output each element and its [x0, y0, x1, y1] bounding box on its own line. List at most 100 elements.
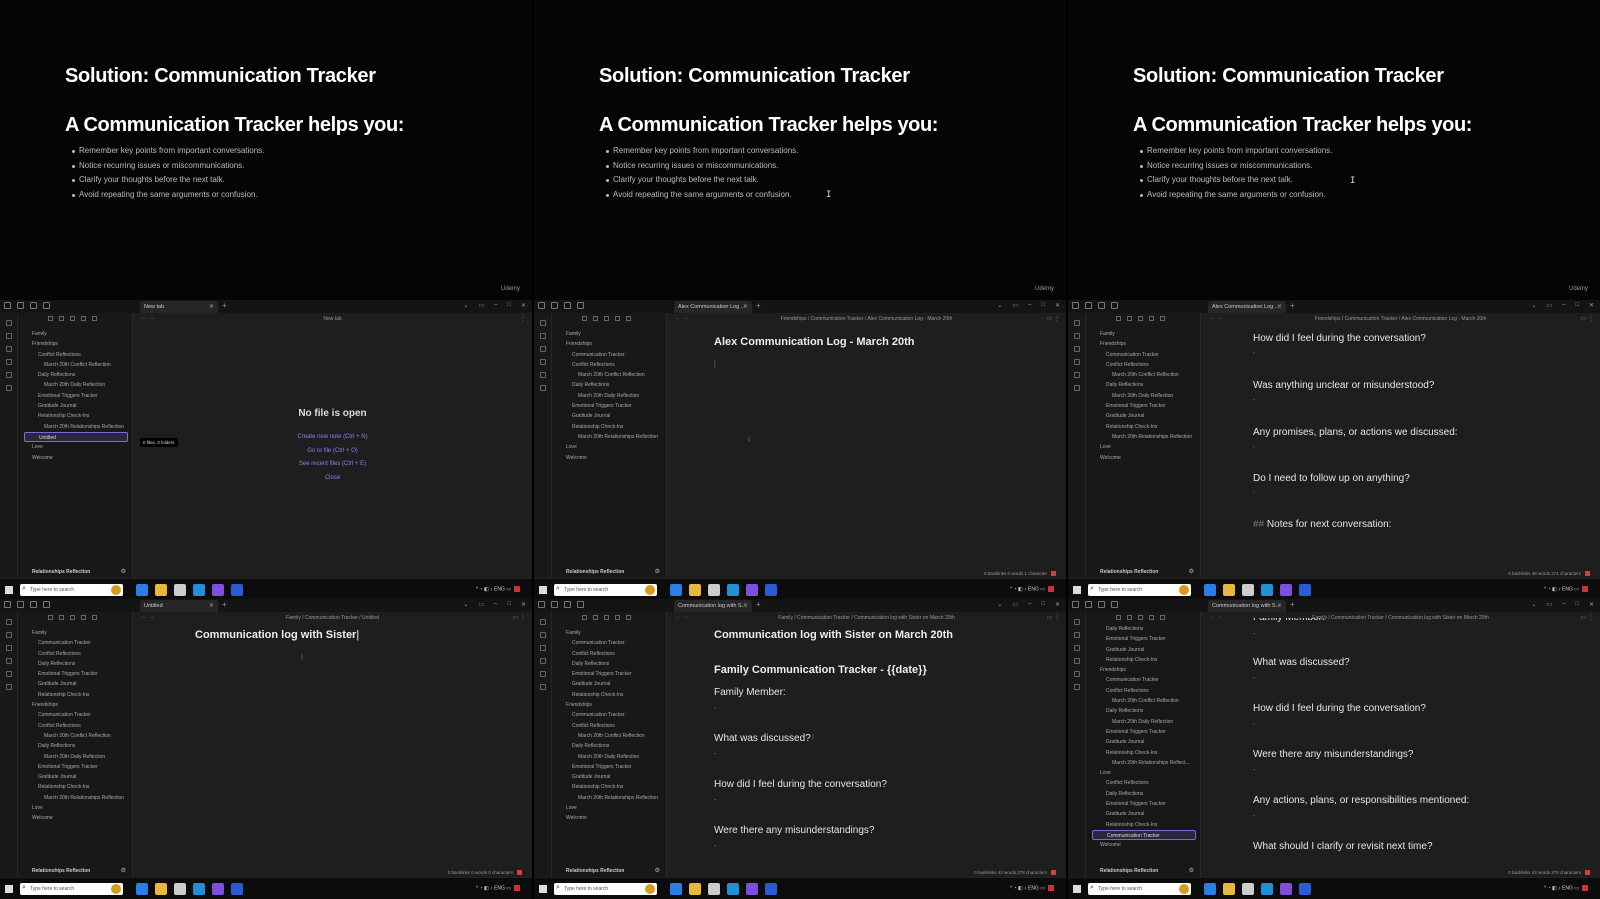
- ribbon-icon[interactable]: [1073, 645, 1080, 651]
- bookmark-icon[interactable]: [577, 601, 584, 608]
- answer-bullet[interactable]: -: [1253, 675, 1255, 682]
- sidebar-toggle-icon[interactable]: [538, 302, 545, 309]
- go-to-file-link[interactable]: Go to file (Ctrl + O): [133, 445, 532, 459]
- sort-icon[interactable]: [1138, 316, 1143, 321]
- ribbon-icon[interactable]: [1073, 359, 1080, 365]
- system-tray[interactable]: ^ ◔ ◧ ♪ ENG ▭: [476, 586, 520, 592]
- file-item[interactable]: Emotional Triggers Tracker: [558, 762, 666, 772]
- collapse-icon[interactable]: [1149, 615, 1154, 620]
- file-item[interactable]: March 20th Daily Reflection: [1092, 391, 1200, 401]
- more-options-icon[interactable]: ⋮: [520, 315, 526, 322]
- editor-pane[interactable]: ← → Friendships / Communication Tracker …: [1201, 313, 1600, 578]
- folder-item[interactable]: Love: [558, 803, 666, 813]
- ribbon-icon[interactable]: [539, 619, 546, 625]
- ribbon-icon[interactable]: [5, 684, 12, 690]
- more-options-icon[interactable]: ▭ ⋮: [1047, 315, 1060, 322]
- ribbon-icon[interactable]: [1073, 385, 1080, 391]
- file-item[interactable]: March 20th Conflict Reflection: [24, 731, 132, 741]
- answer-bullet[interactable]: -: [1253, 813, 1255, 820]
- search-icon[interactable]: [1098, 302, 1105, 309]
- more-options-icon[interactable]: ▭ ⋮: [513, 614, 526, 621]
- ribbon-icon[interactable]: [5, 658, 12, 664]
- folder-icon[interactable]: [551, 601, 558, 608]
- ribbon-icon[interactable]: [5, 671, 12, 677]
- bookmark-icon[interactable]: [577, 302, 584, 309]
- file-item[interactable]: Emotional Triggers Tracker: [558, 669, 666, 679]
- file-item[interactable]: Gratitude Journal: [1092, 645, 1200, 655]
- question-heading[interactable]: How did I feel during the conversation?: [1253, 333, 1426, 344]
- file-item[interactable]: March 20th Relationships Reflection: [24, 793, 132, 803]
- taskbar-search[interactable]: ⌕ Type here to search: [20, 584, 123, 596]
- tab-alex-log[interactable]: Alex Communication Log ... ✕: [1208, 301, 1286, 313]
- file-item[interactable]: Emotional Triggers Tracker: [1092, 401, 1200, 411]
- file-item[interactable]: Gratitude Journal: [1092, 411, 1200, 421]
- search-icon[interactable]: [564, 601, 571, 608]
- ribbon-icon[interactable]: [539, 645, 546, 651]
- new-folder-icon[interactable]: [593, 316, 598, 321]
- layout-icon[interactable]: ▭: [1546, 302, 1552, 309]
- system-tray[interactable]: ^ ◔ ◧ ♪ ENG ▭: [1544, 885, 1588, 891]
- file-explorer-icon[interactable]: [689, 883, 701, 895]
- collapse-icon[interactable]: [615, 316, 620, 321]
- question-heading[interactable]: Do I need to follow up on anything?: [1253, 473, 1410, 484]
- new-note-icon[interactable]: [582, 615, 587, 620]
- ribbon-icon[interactable]: [539, 671, 546, 677]
- question-heading[interactable]: Was anything unclear or misunderstood?: [1253, 380, 1434, 391]
- question-heading[interactable]: What was discussed?: [714, 733, 811, 744]
- word-icon[interactable]: [1299, 883, 1311, 895]
- file-item[interactable]: Gratitude Journal: [1092, 737, 1200, 747]
- windows-start-icon[interactable]: [5, 586, 13, 594]
- mail-icon[interactable]: [1261, 584, 1273, 596]
- answer-bullet[interactable]: -: [1253, 350, 1255, 357]
- ribbon-icon[interactable]: [1073, 372, 1080, 378]
- folder-item[interactable]: Communication Tracker: [1092, 350, 1200, 360]
- question-heading[interactable]: What should I clarify or revisit next ti…: [1253, 841, 1433, 852]
- answer-bullet[interactable]: -: [714, 751, 716, 758]
- file-item[interactable]: Gratitude Journal: [24, 772, 132, 782]
- close-icon[interactable]: [1160, 615, 1165, 620]
- ribbon-icon[interactable]: [539, 385, 546, 391]
- file-item[interactable]: Welcome: [558, 813, 666, 823]
- sidebar-toggle-icon[interactable]: [1072, 601, 1079, 608]
- folder-item[interactable]: Daily Reflections: [1092, 789, 1200, 799]
- close-icon[interactable]: ✕: [209, 303, 214, 310]
- file-explorer-icon[interactable]: [689, 584, 701, 596]
- sort-icon[interactable]: [604, 316, 609, 321]
- layout-icon[interactable]: ▭: [478, 601, 484, 608]
- file-item[interactable]: Welcome: [1092, 840, 1200, 850]
- new-folder-icon[interactable]: [59, 316, 64, 321]
- vault-switcher[interactable]: Relationships Reflection ⚙: [1086, 865, 1200, 877]
- system-tray[interactable]: ^ ◔ ◧ ♪ ENG ▭: [1544, 586, 1588, 592]
- file-item[interactable]: Welcome: [24, 813, 132, 823]
- file-item[interactable]: Emotional Triggers Tracker: [24, 762, 132, 772]
- folder-item[interactable]: Friendships: [558, 700, 666, 710]
- ribbon-icon[interactable]: [539, 333, 546, 339]
- close-icon[interactable]: ✕: [521, 302, 526, 309]
- file-item[interactable]: Welcome: [24, 453, 132, 463]
- folder-item[interactable]: Daily Reflections: [558, 741, 666, 751]
- vault-switcher[interactable]: Relationships Reflection ⚙: [552, 865, 666, 877]
- tab-untitled[interactable]: Untitled ✕: [140, 600, 218, 612]
- folder-item[interactable]: Relationship Check-Ins: [24, 690, 132, 700]
- folder-item[interactable]: Conflict Reflections: [24, 721, 132, 731]
- close-icon[interactable]: [92, 615, 97, 620]
- answer-bullet[interactable]: -: [1253, 767, 1255, 774]
- file-item[interactable]: March 20th Relationships Reflection: [558, 432, 666, 442]
- folder-item[interactable]: Friendships: [1092, 339, 1200, 349]
- maximize-icon[interactable]: □: [1575, 302, 1579, 309]
- obsidian-icon[interactable]: [746, 883, 758, 895]
- file-item[interactable]: March 20th Relationships Reflection: [24, 422, 132, 432]
- obsidian-icon[interactable]: [1280, 584, 1292, 596]
- search-icon[interactable]: [30, 601, 37, 608]
- file-item[interactable]: March 20th Conflict Reflection: [24, 360, 132, 370]
- word-icon[interactable]: [231, 584, 243, 596]
- close-icon[interactable]: ✕: [521, 601, 526, 608]
- file-item[interactable]: March 20th Conflict Reflection: [558, 370, 666, 380]
- notification-icon[interactable]: [1048, 885, 1054, 891]
- gear-icon[interactable]: ⚙: [655, 568, 660, 575]
- maximize-icon[interactable]: □: [507, 302, 511, 309]
- maximize-icon[interactable]: □: [1041, 302, 1045, 309]
- folder-icon[interactable]: [1085, 601, 1092, 608]
- sort-icon[interactable]: [70, 615, 75, 620]
- folder-icon[interactable]: [1085, 302, 1092, 309]
